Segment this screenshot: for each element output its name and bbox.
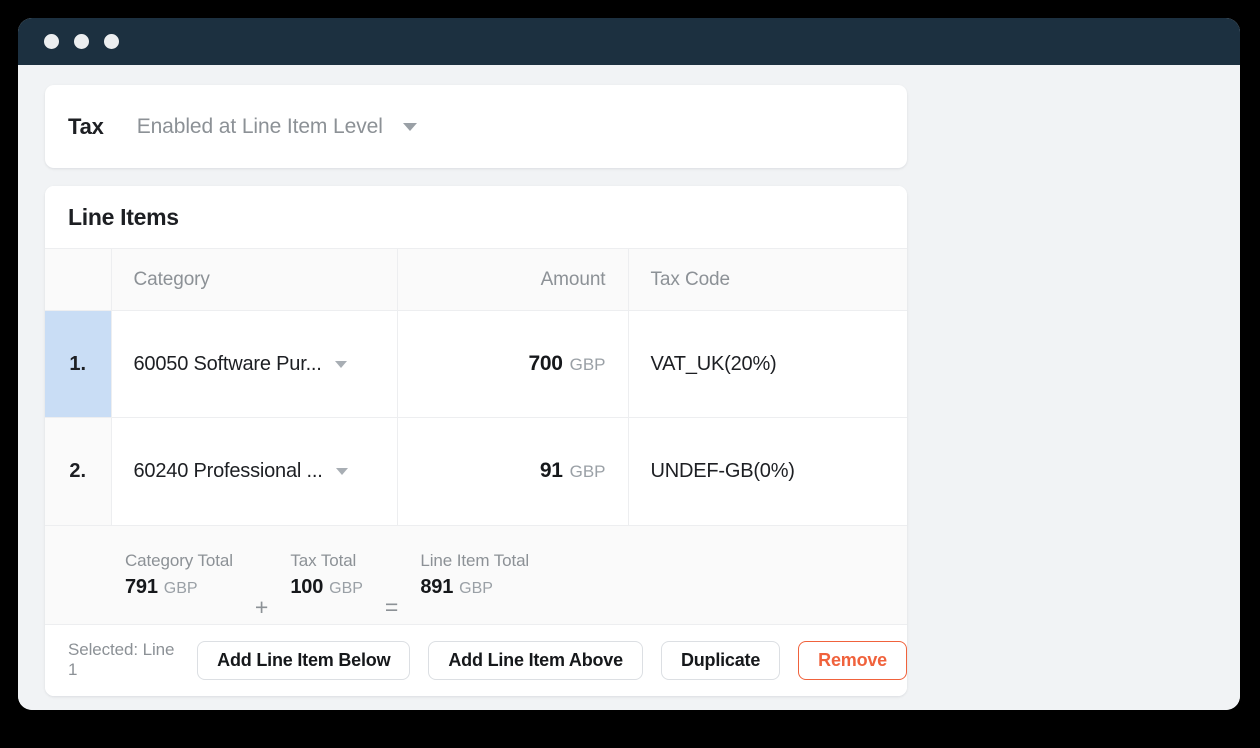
line-item-total: Line Item Total 891 GBP (420, 551, 529, 599)
action-bar: Selected: Line 1 Add Line Item Below Add… (45, 623, 907, 696)
category-value: 60050 Software Pur... (133, 352, 322, 375)
tax-select[interactable]: Enabled at Line Item Level (137, 115, 417, 139)
table-row[interactable]: 1. 60050 Software Pur... 700 GBP VAT_UK(… (45, 310, 907, 418)
chevron-down-icon (334, 360, 347, 368)
line-items-header: Line Items (45, 186, 907, 248)
row-index[interactable]: 2. (45, 417, 112, 525)
equals-operator: = (384, 593, 399, 620)
add-line-item-above-button[interactable]: Add Line Item Above (428, 640, 643, 680)
remove-button[interactable]: Remove (798, 640, 907, 680)
close-dot-icon[interactable] (44, 34, 59, 49)
add-line-item-below-button[interactable]: Add Line Item Below (197, 640, 411, 680)
line-item-total-value: 891 (420, 575, 454, 598)
row-category-cell[interactable]: 60240 Professional ... (111, 417, 398, 525)
line-item-total-label: Line Item Total (420, 550, 530, 570)
tax-total: Tax Total 100 GBP (290, 551, 363, 599)
table-body: 1. 60050 Software Pur... 700 GBP VAT_UK(… (45, 310, 907, 525)
content-column: Tax Enabled at Line Item Level Line Item… (45, 65, 907, 696)
totals-bar: Category Total 791 GBP + Tax Total 100 GBP… (45, 524, 907, 624)
category-select[interactable]: 60240 Professional ... (134, 460, 375, 483)
chevron-down-icon (335, 467, 348, 475)
category-total-currency: GBP (163, 579, 198, 597)
tax-code-value: VAT_UK(20%) (650, 352, 777, 375)
category-total: Category Total 791 GBP (125, 551, 233, 599)
amount-value: 91 (539, 459, 563, 483)
tax-code-value: UNDEF-GB(0%) (650, 459, 795, 482)
row-tax-code-cell[interactable]: UNDEF-GB(0%) (628, 417, 907, 525)
category-value: 60240 Professional ... (133, 459, 323, 482)
row-category-cell[interactable]: 60050 Software Pur... (111, 310, 398, 418)
table-head: Category Amount Tax Code Tags (45, 248, 907, 311)
selected-line-label: Selected: Line 1 (68, 640, 175, 679)
tax-total-value-row: 100 GBP (290, 576, 363, 599)
table-header-row: Category Amount Tax Code Tags (45, 248, 907, 311)
line-items-table: Category Amount Tax Code Tags 1. 60050 S… (45, 248, 907, 525)
category-total-value: 791 (125, 575, 158, 598)
line-items-title: Line Items (68, 203, 179, 230)
category-total-value-row: 791 GBP (125, 576, 233, 599)
line-item-total-currency: GBP (459, 579, 493, 597)
row-tax-code-cell[interactable]: VAT_UK(20%) (628, 310, 907, 418)
line-item-total-value-row: 891 GBP (420, 576, 529, 599)
tax-total-currency: GBP (329, 579, 363, 597)
window-titlebar (18, 18, 1240, 65)
app-window: Tax Enabled at Line Item Level Line Item… (18, 18, 1240, 710)
row-index[interactable]: 1. (45, 310, 112, 418)
column-header-amount[interactable]: Amount (397, 248, 629, 311)
row-amount-cell[interactable]: 700 GBP (397, 310, 629, 418)
row-amount-cell[interactable]: 91 GBP (397, 417, 629, 525)
amount-value: 700 (528, 352, 563, 375)
category-select[interactable]: 60050 Software Pur... (134, 353, 375, 376)
column-header-index (45, 248, 112, 311)
tax-select-value: Enabled at Line Item Level (136, 114, 383, 138)
window-body: Tax Enabled at Line Item Level Line Item… (18, 65, 1240, 710)
category-total-label: Category Total (125, 550, 233, 570)
line-items-card: Line Items Category Amount Tax Code Tags (45, 186, 907, 696)
table-row[interactable]: 2. 60240 Professional ... 91 GBP UNDEF-G… (45, 417, 907, 525)
tax-total-label: Tax Total (290, 550, 357, 570)
column-header-tax-code[interactable]: Tax Code (628, 248, 907, 311)
tax-total-value: 100 (290, 575, 324, 598)
chevron-down-icon (402, 122, 417, 131)
column-header-category[interactable]: Category (111, 248, 398, 311)
duplicate-button[interactable]: Duplicate (660, 640, 781, 680)
maximize-dot-icon[interactable] (104, 34, 119, 49)
amount-currency: GBP (569, 355, 606, 374)
tax-card: Tax Enabled at Line Item Level (45, 85, 907, 168)
amount-currency: GBP (569, 462, 606, 482)
plus-operator: + (254, 593, 269, 620)
minimize-dot-icon[interactable] (74, 34, 89, 49)
tax-label: Tax (68, 113, 104, 139)
